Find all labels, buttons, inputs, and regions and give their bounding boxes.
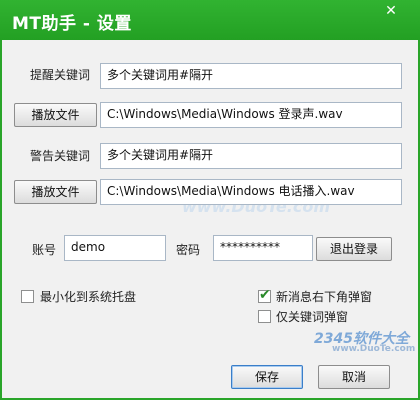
warning-keywords-label: 警告关键词 bbox=[30, 149, 91, 163]
close-icon: ✕ bbox=[385, 2, 397, 18]
alert-keywords-input[interactable]: 多个关键词用#隔开 bbox=[100, 63, 402, 89]
settings-window: MT助手 - 设置 ✕ www.DuoTe.com 提醒关键词 多个关键词用#隔… bbox=[0, 0, 420, 400]
save-button[interactable]: 保存 bbox=[231, 365, 303, 389]
watermark-brand-url: www.DuoTe.com bbox=[332, 344, 416, 354]
password-label: 密码 bbox=[176, 243, 201, 257]
play-alert-sound-button[interactable]: 播放文件 bbox=[14, 103, 97, 127]
keyword-popup-only-checkbox[interactable] bbox=[258, 310, 271, 323]
alert-keywords-label: 提醒关键词 bbox=[30, 68, 91, 82]
settings-panel: www.DuoTe.com 提醒关键词 多个关键词用#隔开 播放文件 C:\Wi… bbox=[2, 40, 418, 398]
minimize-to-tray-checkbox[interactable] bbox=[21, 290, 34, 303]
password-input[interactable]: ********** bbox=[213, 235, 313, 261]
alert-sound-path-input[interactable]: C:\Windows\Media\Windows 登录声.wav bbox=[100, 102, 402, 128]
logout-button[interactable]: 退出登录 bbox=[316, 237, 392, 261]
popup-bottom-right-checkbox[interactable]: ✔ bbox=[258, 287, 271, 303]
popup-bottom-right-label[interactable]: 新消息右下角弹窗 bbox=[276, 288, 372, 305]
play-warning-sound-button[interactable]: 播放文件 bbox=[14, 180, 97, 204]
watermark-brand: 2345软件大全 bbox=[314, 331, 409, 347]
window-title: MT助手 - 设置 bbox=[12, 14, 132, 34]
account-label: 账号 bbox=[32, 243, 57, 257]
warning-keywords-input[interactable]: 多个关键词用#隔开 bbox=[100, 143, 402, 169]
keyword-popup-only-label[interactable]: 仅关键词弹窗 bbox=[276, 308, 348, 325]
title-bar: MT助手 - 设置 ✕ bbox=[0, 0, 420, 40]
warning-sound-path-input[interactable]: C:\Windows\Media\Windows 电话播入.wav bbox=[100, 179, 402, 205]
cancel-button[interactable]: 取消 bbox=[318, 365, 390, 389]
minimize-to-tray-label[interactable]: 最小化到系统托盘 bbox=[40, 288, 136, 305]
close-button[interactable]: ✕ bbox=[371, 0, 411, 20]
checkmark-icon: ✔ bbox=[259, 287, 271, 303]
account-input[interactable]: demo bbox=[64, 235, 166, 261]
